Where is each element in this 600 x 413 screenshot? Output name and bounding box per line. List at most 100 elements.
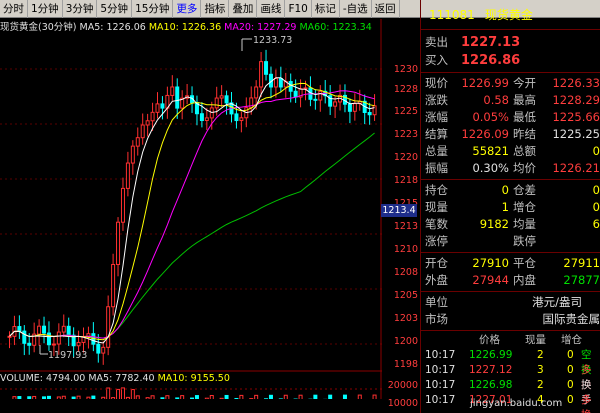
position-row: 笔数 9182 均量 6 [421,216,600,233]
field-value: 1226.09 [461,127,509,141]
candle-body [160,103,165,109]
quote-row: 总量 55821 总额 0 [421,143,600,160]
volume-bar [101,396,106,399]
candle-body [170,86,175,96]
candle-body [130,145,135,164]
field-label: 最高 [513,93,536,107]
price-tick: 1205 [393,290,418,301]
volume-bar [209,395,214,399]
overlay-button[interactable]: 叠加 [229,0,258,18]
field-label: 最低 [513,110,536,124]
f10-button[interactable]: F10 [285,0,312,18]
candlestick-chart[interactable]: 1233.73 1197.93 [0,19,382,399]
unit-value: 港元/盎司 [532,295,582,309]
more-periods-button[interactable]: 更多 [173,0,202,18]
volume-bar [135,395,140,399]
candle-body [150,111,155,122]
watermark-text: jingyan.baidu.com [470,398,563,409]
volume-bar [91,395,96,399]
field-label: 涨跌 [425,93,448,107]
candle-body [135,137,140,147]
candle-body [101,346,106,354]
volume-bar [180,395,185,399]
remove-favorite-button[interactable]: -自选 [340,0,372,18]
price-tick: 1230 [393,64,418,75]
candle-body [46,332,51,346]
tab-15min[interactable]: 15分钟 [132,0,174,18]
candle-body [254,86,259,99]
candle-body [264,61,269,75]
trade-row: 10:17 1226.99 2 0 空换 [425,349,592,376]
candle-body [347,103,352,112]
tab-timeshare[interactable]: 分时 [0,0,28,18]
field-value: 0 [592,144,600,158]
volume-bar [76,395,81,399]
field-label: 今开 [513,76,536,90]
candle-body [313,98,318,101]
volume-bar [313,394,318,399]
candle-body [175,86,180,109]
field-label: 涨幅 [425,110,448,124]
field-label: 开仓 [425,256,448,270]
position-row: 涨停 跌停 [421,233,600,250]
trade-row: 10:17 1227.12 3 0 多换 [425,364,592,391]
candle-body [17,326,22,332]
instrument-code: 111081 [429,7,475,22]
unit-label: 单位 [425,295,448,309]
quote-row: 现价 1226.99 今开 1226.33 [421,75,600,92]
candle-body [259,61,264,88]
field-value: 1228.29 [552,93,600,107]
field-value: 0 [592,200,600,214]
volume-bar [111,397,116,399]
volume-bar [254,394,259,399]
sell-price: 1227.13 [461,35,521,50]
market-value: 国际贵金属 [542,312,600,326]
field-value: 1226.99 [461,76,509,90]
price-tick: 1208 [393,267,418,278]
market-label: 市场 [425,312,448,326]
candle-body [333,101,338,107]
field-label: 笔数 [425,217,448,231]
tab-3min[interactable]: 3分钟 [63,0,98,18]
volume-bar [298,394,303,399]
field-label: 外盘 [425,273,448,287]
volume-bar [219,397,224,399]
field-label: 增仓 [513,200,536,214]
volume-bar [46,395,51,399]
trade-row: 10:17 1226.98 2 0 换手 [425,379,592,406]
candle-body [234,113,239,122]
volume-bar [283,394,288,399]
volume-bar [32,395,37,399]
back-button[interactable]: 返回 [372,0,400,18]
candle-body [111,263,116,308]
field-label: 现价 [425,76,448,90]
indicator-button[interactable]: 指标 [201,0,230,18]
position-row: 现量 1 增仓 0 [421,199,600,216]
field-value: 27910 [472,256,509,270]
candle-body [56,331,61,345]
mark-button[interactable]: 标记 [312,0,340,18]
price-tick: 1198 [393,359,418,370]
candle-body [7,335,12,338]
tab-1min[interactable]: 1分钟 [28,0,63,18]
trade-list-header: 价格 现量 增仓 [421,333,600,348]
candle-body [278,78,283,88]
quote-row: 涨跌 0.58 最高 1228.29 [421,92,600,109]
candle-body [22,330,27,344]
tab-5min[interactable]: 5分钟 [97,0,133,18]
field-label: 昨结 [513,127,536,141]
quote-panel: 111081 现货黄金 卖出 1227.13 买入 1226.86 现价 1226… [420,0,600,413]
candle-body [214,97,219,109]
position-row: 持仓 0 仓差 0 [421,182,600,199]
field-value: 27877 [563,273,600,287]
field-value: 6 [592,217,600,231]
quote-row: 振幅 0.30% 均价 1226.21 [421,160,600,177]
vol-ma10-value: MA10: 9155.50 [157,373,230,384]
candle-body [27,342,32,346]
volume-bar [120,387,125,399]
field-label: 均价 [513,161,536,175]
price-tick: 1223 [393,129,418,140]
candle-body [66,325,71,336]
col-open-interest: 增仓 [561,334,582,346]
draw-line-button[interactable]: 画线 [257,0,286,18]
